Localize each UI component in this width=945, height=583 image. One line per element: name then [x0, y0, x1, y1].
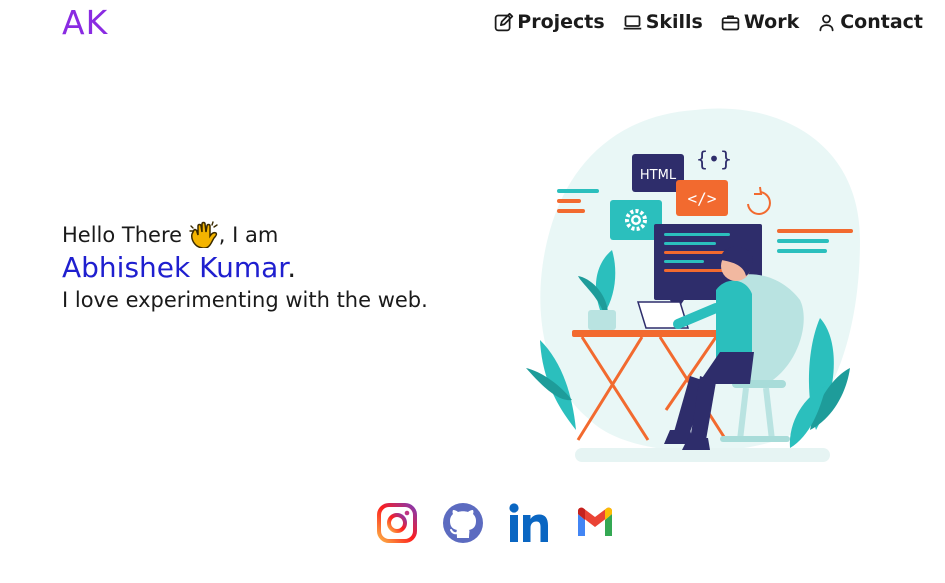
nav-work[interactable]: Work — [720, 11, 799, 33]
braces-tag: {•} — [696, 147, 732, 171]
developer-illustration: HTML </> {•} — [526, 108, 860, 462]
waving-hand-icon — [189, 221, 218, 248]
edit-icon — [495, 12, 514, 31]
greeting-end: , I am — [218, 223, 279, 247]
nav-projects-label: Projects — [517, 11, 605, 33]
nav-projects[interactable]: Projects — [493, 11, 605, 33]
gmail-icon — [578, 507, 612, 536]
user-icon — [819, 14, 834, 31]
hero-name: Abhishek Kumar — [62, 251, 288, 284]
nav-skills-label: Skills — [645, 11, 703, 33]
nav-skills[interactable]: Skills — [622, 11, 703, 33]
briefcase-icon — [721, 15, 740, 30]
social-links — [376, 502, 616, 544]
tagline: I love experimenting with the web. — [62, 288, 428, 312]
laptop-icon — [623, 15, 641, 29]
greeting-line: Hello There , I am — [62, 219, 442, 251]
linkedin-icon — [509, 503, 548, 542]
hero-text: Hello There , I am Abhishek Kumar. I lov… — [62, 219, 442, 314]
social-gmail[interactable] — [574, 502, 616, 544]
social-linkedin[interactable] — [508, 502, 550, 544]
nav-contact-label: Contact — [840, 11, 923, 33]
nav-contact[interactable]: Contact — [816, 11, 923, 33]
name-suffix: . — [287, 251, 297, 284]
name-line: Abhishek Kumar. — [62, 252, 442, 284]
logo[interactable]: AK — [62, 3, 108, 42]
instagram-icon — [377, 503, 417, 543]
social-github[interactable] — [442, 502, 484, 544]
nav-work-label: Work — [743, 11, 800, 33]
html-tag: HTML — [640, 168, 677, 183]
main-nav: Projects Skills Work Contact — [493, 11, 923, 33]
github-icon — [443, 503, 483, 543]
illustration-floor — [575, 448, 830, 462]
code-tag: </> — [688, 189, 717, 208]
greeting-start: Hello There — [62, 223, 189, 247]
social-instagram[interactable] — [376, 502, 418, 544]
